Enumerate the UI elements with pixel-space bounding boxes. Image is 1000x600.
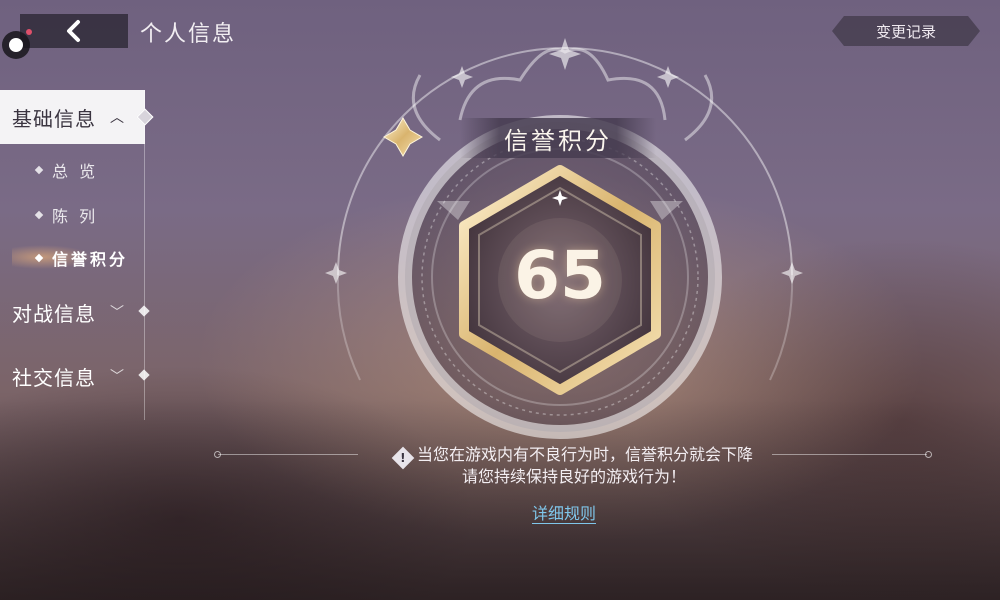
- background-shade: [0, 400, 1000, 600]
- chevron-down-icon: ﹀: [110, 369, 125, 385]
- sidebar-item-overview[interactable]: 总 览: [34, 158, 99, 182]
- notification-badge: [26, 29, 32, 35]
- back-button[interactable]: [20, 14, 128, 48]
- sidebar-item-label: 总 览: [52, 162, 99, 181]
- sidebar-item-label: 信誉积分: [52, 250, 129, 269]
- change-history-button[interactable]: 变更记录: [832, 16, 980, 46]
- credit-notice: ! 当您在游戏内有不良行为时，信誉积分就会下降 请您持续保持良好的游戏行为！: [200, 444, 948, 488]
- bullet-icon: [34, 253, 44, 263]
- warning-icon: !: [391, 446, 415, 470]
- sidebar-item-label: 陈 列: [52, 207, 99, 226]
- sidebar-category-battle-info[interactable]: 对战信息 ﹀: [0, 285, 125, 339]
- category-label: 基础信息: [12, 106, 96, 131]
- chevron-down-icon: ﹀: [110, 305, 125, 321]
- detailed-rules-link[interactable]: 详细规则: [520, 500, 608, 524]
- notice-text-1: 当您在游戏内有不良行为时，信誉积分就会下降: [416, 445, 753, 464]
- notice-line-1: ! 当您在游戏内有不良行为时，信誉积分就会下降: [200, 444, 948, 470]
- floating-assistant-button[interactable]: [2, 29, 32, 59]
- credit-score-title: 信誉积分: [460, 118, 656, 158]
- bullet-icon: [34, 210, 44, 220]
- category-label: 对战信息: [12, 301, 96, 326]
- credit-score-value: 65: [514, 237, 606, 314]
- assistant-dot-icon: [9, 38, 23, 52]
- sidebar-category-basic-info[interactable]: 基础信息 ︿: [0, 90, 145, 144]
- chevron-left-icon: [67, 20, 80, 42]
- category-label: 社交信息: [12, 365, 96, 390]
- sidebar-item-credit-score[interactable]: 信誉积分: [34, 246, 129, 270]
- chevron-up-icon: ︿: [110, 110, 125, 126]
- sidebar-category-social-info[interactable]: 社交信息 ﹀: [0, 349, 125, 403]
- notice-text-2: 请您持续保持良好的游戏行为！: [461, 467, 686, 486]
- bullet-icon: [34, 165, 44, 175]
- sidebar-item-display[interactable]: 陈 列: [34, 203, 99, 227]
- page-title: 个人信息: [140, 22, 237, 47]
